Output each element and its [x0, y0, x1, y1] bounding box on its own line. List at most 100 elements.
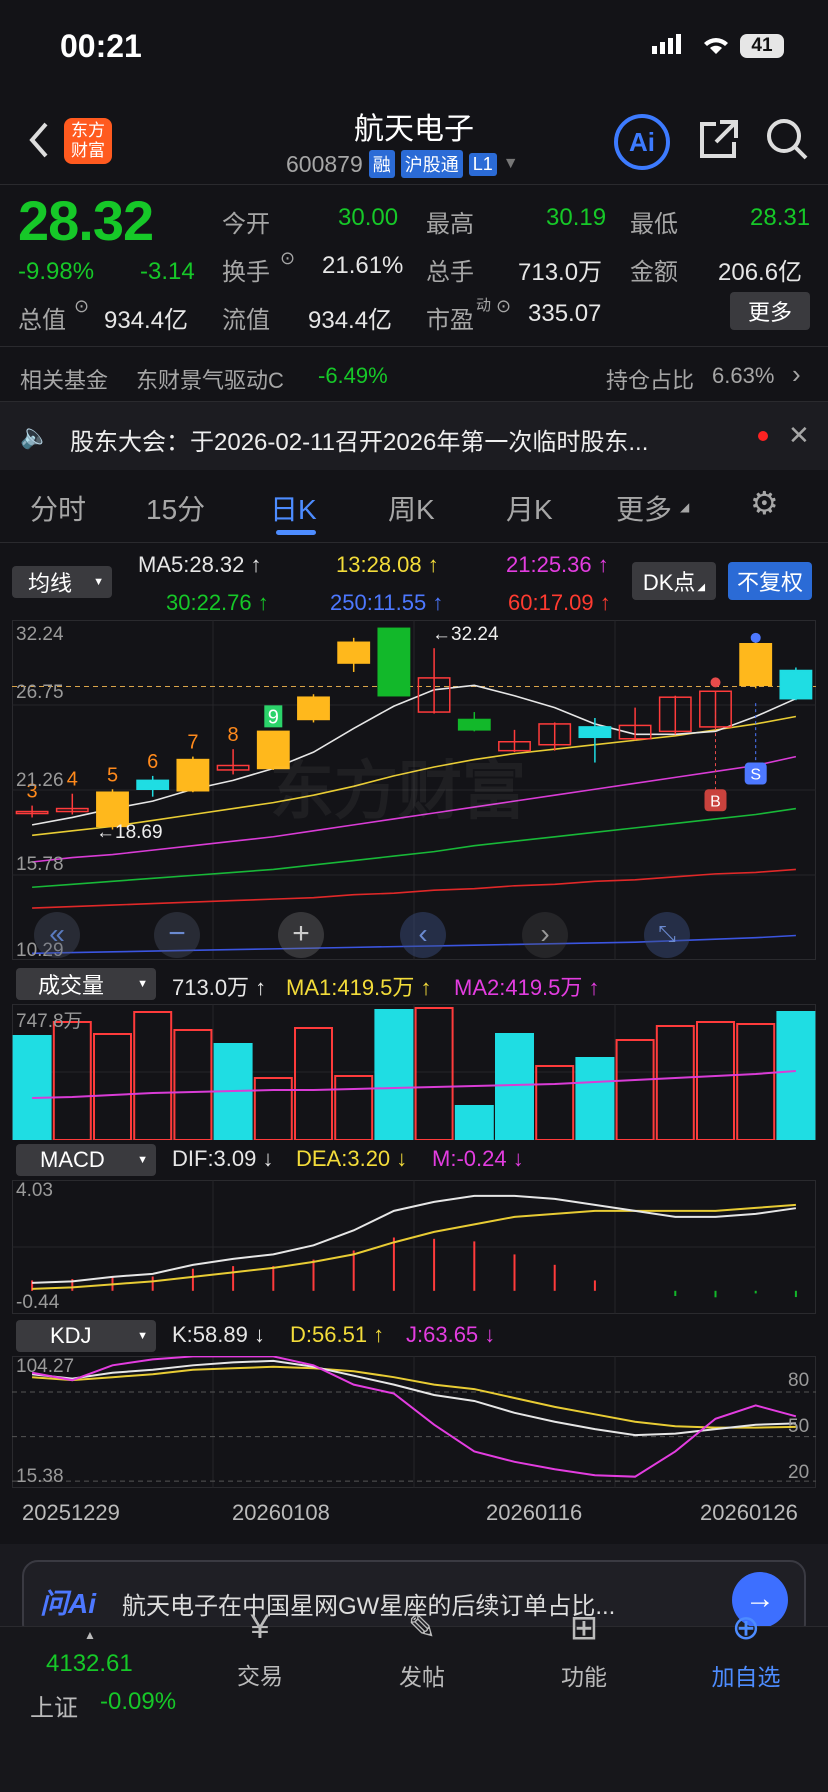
info-icon[interactable]: ⊙: [280, 248, 295, 269]
volume-label: 总手: [426, 259, 474, 286]
high-marker: ←32.24: [432, 624, 499, 645]
status-time: 00:21: [60, 28, 142, 64]
ma250-value: 250:11.55: [330, 590, 427, 615]
tab-daily[interactable]: 日K: [270, 488, 317, 528]
fast-back-icon[interactable]: «: [34, 912, 80, 958]
adjust-button[interactable]: 不复权: [728, 562, 812, 600]
nav-trade[interactable]: ¥ 交易: [190, 1608, 330, 1691]
signal-icon: [652, 34, 681, 54]
ma21-label: 21:25.36 ↑: [506, 552, 609, 577]
fullscreen-icon[interactable]: ⤡: [644, 912, 690, 958]
watermark: 东方财富: [270, 755, 526, 827]
gear-icon[interactable]: ⚙: [750, 484, 779, 522]
caret-icon: ◢: [680, 500, 690, 514]
tag-margin: 融: [368, 150, 395, 178]
search-icon[interactable]: [764, 116, 810, 162]
ma13-value: 13:28.08: [336, 552, 422, 577]
info-icon[interactable]: ⊙: [74, 296, 89, 317]
volume-bar: [696, 1021, 735, 1140]
change-pct: -9.98%: [18, 258, 95, 285]
buy-dot: [710, 677, 721, 688]
float-label: 流值: [222, 307, 270, 334]
kdj-select[interactable]: KDJ ▼: [16, 1320, 156, 1352]
kdj-select-label: KDJ: [50, 1323, 92, 1348]
nav-functions-label: 功能: [561, 1664, 607, 1690]
nav-post-label: 发帖: [399, 1664, 445, 1690]
macd-m: M:-0.24 ↓: [432, 1146, 524, 1171]
kdj-d-value: D:56.51: [290, 1322, 368, 1347]
macd-select-label: MACD: [40, 1147, 105, 1172]
info-icon[interactable]: ⊙: [496, 296, 511, 317]
more-button[interactable]: 更多: [730, 292, 810, 330]
nav-post[interactable]: ✎ 发帖: [352, 1608, 492, 1692]
volume-bar: [655, 1025, 695, 1140]
change-value: -3.14: [140, 258, 195, 285]
volume-bar: [615, 1039, 655, 1140]
chevron-down-icon[interactable]: ▼: [503, 155, 519, 173]
kdj-chart: [12, 1356, 816, 1488]
unread-dot: [758, 431, 768, 441]
kdj-axis-top: 104.27: [16, 1356, 75, 1377]
macd-dif: DIF:3.09 ↓: [172, 1146, 274, 1171]
volume-select[interactable]: 成交量 ▼: [16, 968, 156, 1000]
share-icon[interactable]: [696, 118, 740, 162]
tab-intraday[interactable]: 分时: [30, 488, 86, 528]
date-label: 20260116: [486, 1500, 583, 1525]
candle: [136, 779, 170, 791]
edit-icon: ✎: [407, 1609, 437, 1647]
nav-functions[interactable]: ⊞ 功能: [514, 1608, 654, 1692]
kdj-axis-bottom: 15.38: [16, 1466, 64, 1487]
trade-icon: ¥: [250, 1608, 270, 1646]
tag-level: L1: [468, 152, 497, 176]
date-label: 20260126: [700, 1500, 798, 1525]
kaxis-label: 15.78: [16, 854, 64, 875]
kdj-j: J:63.65 ↓: [406, 1322, 496, 1347]
pe-value: 335.07: [528, 300, 602, 327]
ai-button[interactable]: Ai: [614, 114, 670, 170]
vol-ma2: MA2:419.5万 ↑: [454, 975, 600, 1000]
volume-bar: [495, 1033, 534, 1140]
chevron-down-icon: ▼: [137, 978, 148, 990]
high-label: 最高: [426, 211, 474, 238]
notice-bar[interactable]: 🔈 股东大会：于2026-02-11召开2026年第一次临时股东... ✕: [0, 402, 828, 470]
scroll-right-icon[interactable]: ›: [522, 912, 568, 958]
candle: [176, 758, 210, 792]
sequence-label: 4: [67, 769, 78, 791]
tab-15min[interactable]: 15分: [146, 488, 205, 528]
volume-bar: [374, 1009, 414, 1140]
zoom-in-icon[interactable]: +: [278, 912, 324, 958]
high-value: 30.19: [546, 204, 607, 231]
volume-bar: [93, 1033, 132, 1140]
float-value: 934.4亿: [308, 307, 393, 334]
ma21-value: 21:25.36: [506, 552, 592, 577]
volume-bar: [173, 1029, 213, 1140]
volume-bar: [414, 1007, 454, 1140]
ma-select[interactable]: 均线 ▼: [12, 566, 112, 598]
macd-chart: [12, 1180, 816, 1314]
tab-weekly[interactable]: 周K: [388, 488, 435, 528]
tab-monthly[interactable]: 月K: [506, 488, 553, 528]
open-value: 30.00: [338, 204, 399, 231]
zoom-out-icon[interactable]: −: [154, 912, 200, 958]
scroll-left-icon[interactable]: ‹: [400, 912, 446, 958]
open-label: 今开: [222, 211, 270, 238]
related-fund-row[interactable]: 相关基金 东财景气驱动C -6.49% 持仓占比 6.63% ›: [0, 347, 828, 401]
ma5-label: MA5:28.32 ↑: [138, 552, 262, 577]
dk-point-button[interactable]: DK点 ◢: [632, 562, 716, 600]
volume-bar: [52, 1021, 92, 1140]
hold-value: 6.63%: [712, 363, 775, 388]
caret-icon: ◢: [697, 581, 706, 593]
macd-select[interactable]: MACD ▼: [16, 1144, 156, 1176]
index-name[interactable]: 上证: [30, 1688, 78, 1723]
kdj-j-value: J:63.65: [406, 1322, 479, 1347]
nav-add-watchlist[interactable]: ⊕ 加自选: [676, 1608, 816, 1692]
turnover-value: 21.61%: [322, 252, 404, 279]
index-pct[interactable]: -0.09%: [100, 1688, 176, 1716]
nav-trade-label: 交易: [237, 1663, 283, 1689]
stock-code: 600879: [286, 150, 363, 177]
battery-icon: 41: [740, 34, 784, 58]
tab-more[interactable]: 更多: [616, 488, 672, 528]
close-icon[interactable]: ✕: [788, 420, 810, 451]
index-value[interactable]: 4132.61: [46, 1650, 133, 1678]
dk-label: DK点: [642, 570, 696, 595]
